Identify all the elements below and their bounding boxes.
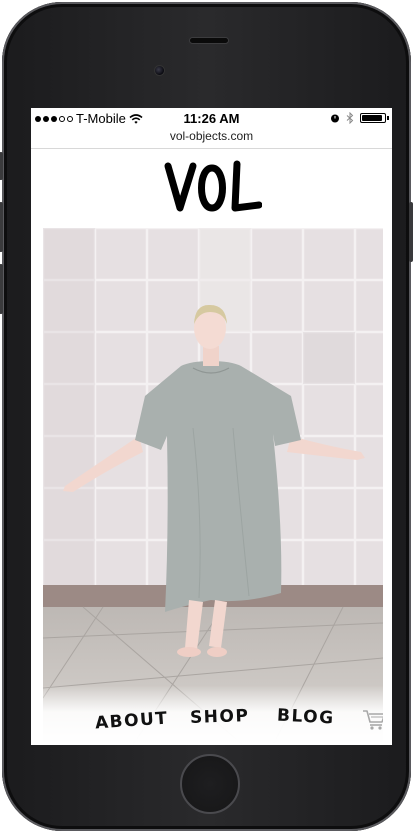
- cart-icon[interactable]: [361, 707, 383, 731]
- battery-icon: [360, 113, 389, 123]
- site-nav: ABOUT SHOP BLOG: [43, 685, 383, 745]
- status-bar: T-Mobile 11:26 AM: [31, 108, 392, 130]
- hero-photo[interactable]: ABOUT SHOP BLOG: [43, 228, 383, 745]
- bluetooth-icon: [346, 112, 354, 124]
- nav-shop-link[interactable]: SHOP: [190, 706, 250, 728]
- volume-down-button: [0, 264, 3, 314]
- alarm-icon: [331, 114, 339, 123]
- front-camera: [155, 66, 164, 75]
- volume-up-button: [0, 202, 3, 252]
- site-logo[interactable]: [31, 158, 392, 218]
- power-button: [409, 202, 413, 262]
- home-button[interactable]: [180, 754, 240, 814]
- nav-blog-link[interactable]: BLOG: [277, 706, 336, 729]
- address-bar[interactable]: vol-objects.com: [31, 129, 392, 149]
- mute-switch: [0, 152, 3, 180]
- model-photo-image: [43, 228, 383, 745]
- screen: T-Mobile 11:26 AM vol-objects.com ABOUT …: [31, 108, 392, 745]
- earpiece-speaker: [190, 38, 228, 43]
- status-icons: [330, 112, 389, 124]
- vol-logo-icon: [164, 160, 262, 212]
- nav-about-link[interactable]: ABOUT: [94, 708, 169, 733]
